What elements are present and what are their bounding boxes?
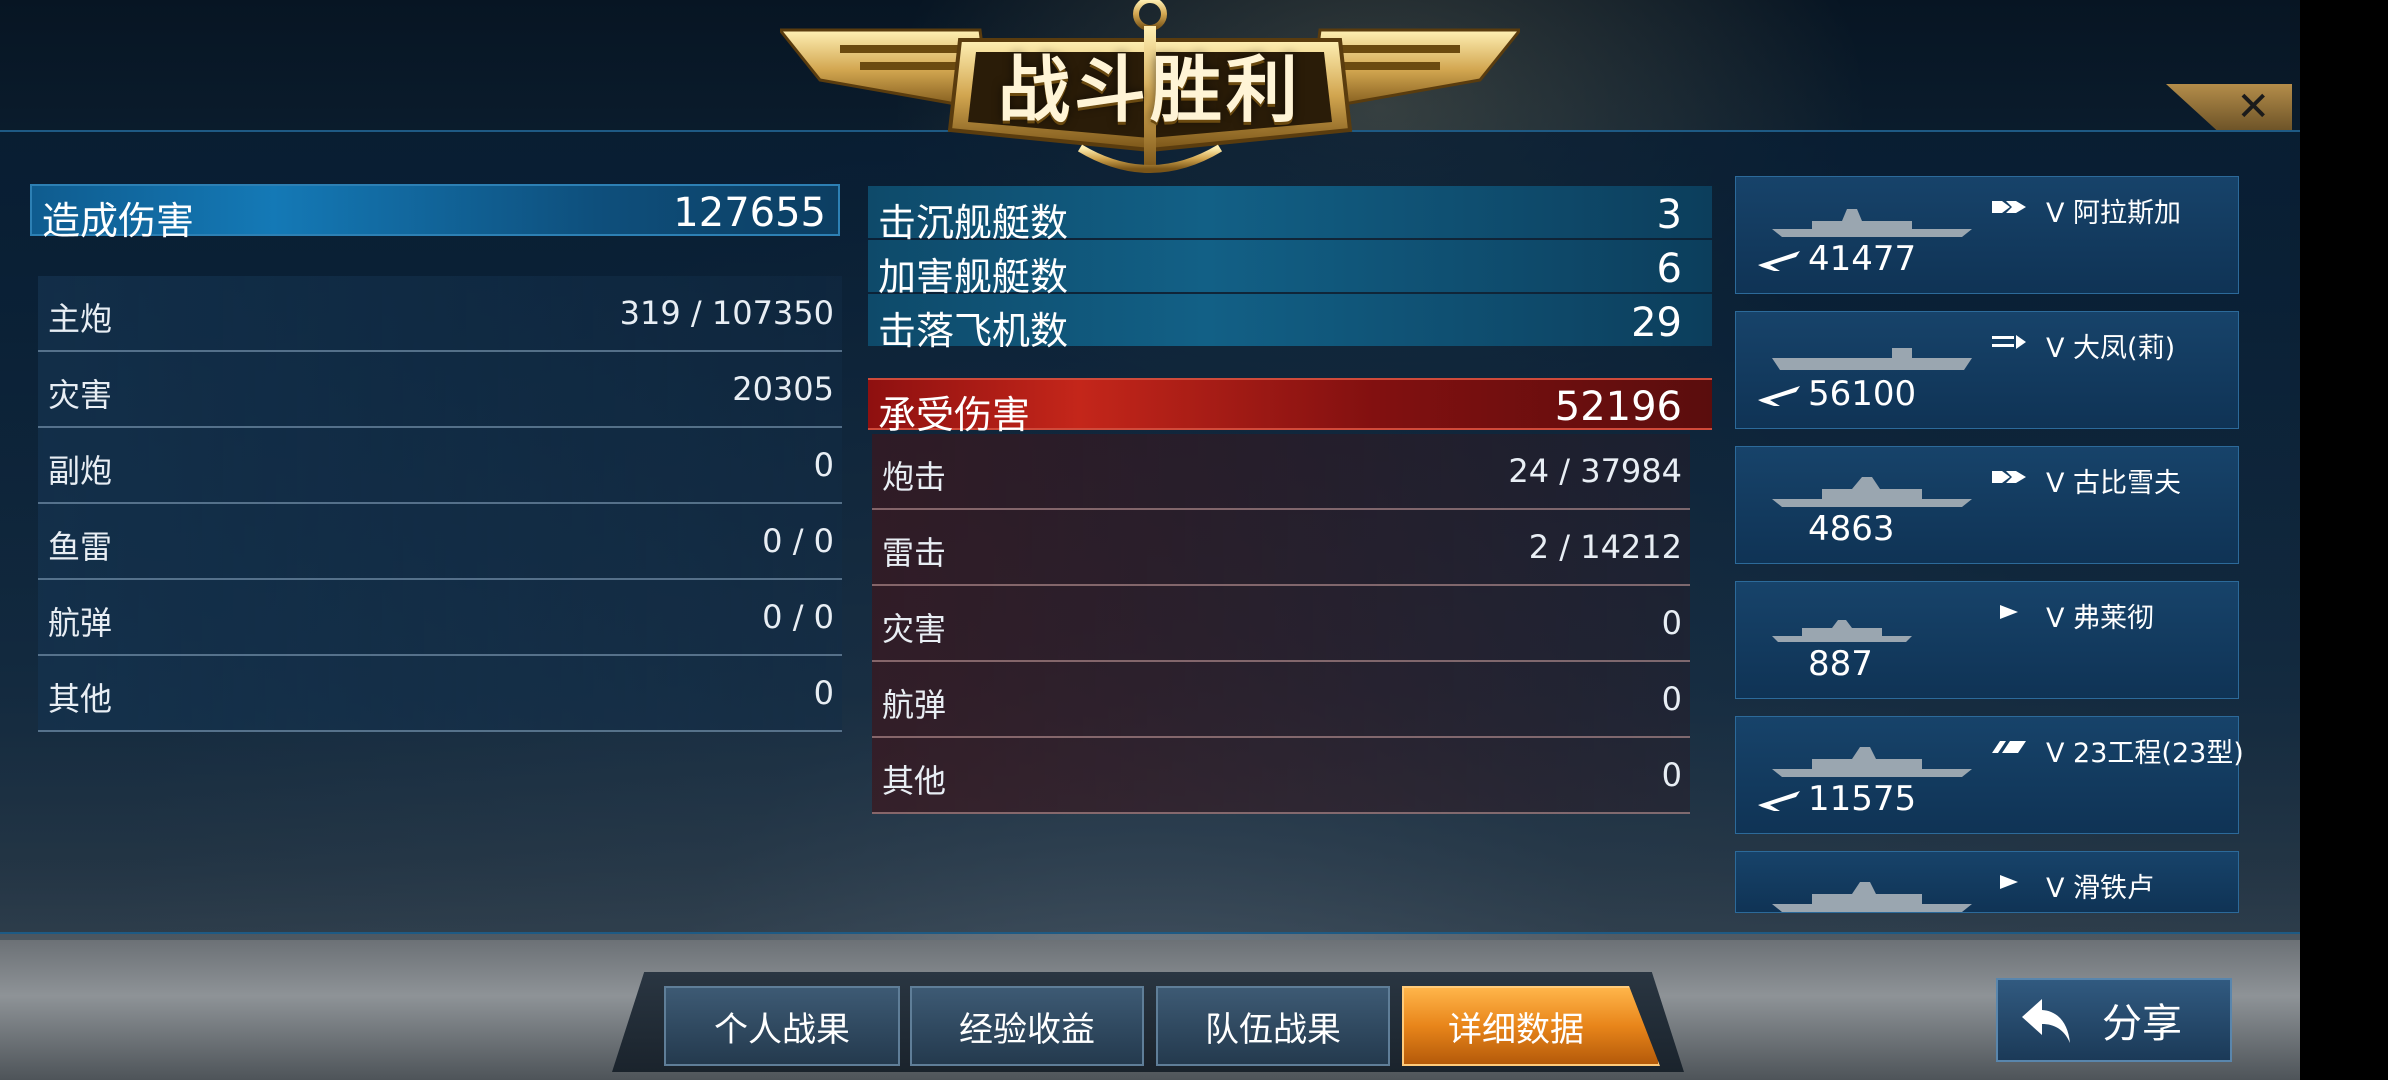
ship-card[interactable]: V 大凤(莉) 56100 bbox=[1735, 311, 2239, 429]
damage-taken-row: 航弹 0 bbox=[872, 662, 1690, 738]
ship-silhouette-icon bbox=[1772, 620, 1912, 642]
ship-name: V 弗莱彻 bbox=[2046, 603, 2155, 634]
damage-dealt-row: 主炮 319 / 107350 bbox=[38, 276, 842, 352]
row-label: 其他 bbox=[48, 680, 113, 718]
damage-dealt-row: 灾害 20305 bbox=[38, 352, 842, 428]
ship-card[interactable]: V 23工程(23型) 11575 bbox=[1735, 716, 2244, 834]
ship-silhouette-icon bbox=[1772, 747, 1972, 777]
stat-ships-damaged: 加害舰艇数 6 bbox=[868, 240, 1712, 299]
row-value: 0 / 0 bbox=[762, 598, 834, 636]
row-value: 2 / 14212 bbox=[1528, 528, 1682, 566]
destroyer-icon bbox=[2000, 605, 2018, 619]
damage-taken-header: 承受伤害 52196 bbox=[868, 378, 1712, 437]
row-value: 0 bbox=[1661, 604, 1682, 642]
cruiser-icon bbox=[1992, 471, 2026, 483]
stat-label: 加害舰艇数 bbox=[878, 255, 1069, 299]
close-icon: ✕ bbox=[2236, 84, 2270, 130]
tab-team-results[interactable]: 队伍战果 bbox=[1156, 986, 1390, 1066]
ship-silhouette-icon bbox=[1772, 882, 1972, 912]
stat-ships-sunk: 击沉舰艇数 3 bbox=[868, 186, 1712, 245]
row-value: 0 / 0 bbox=[762, 522, 834, 560]
damage-taken-value: 52196 bbox=[1554, 384, 1682, 430]
row-label: 主炮 bbox=[48, 300, 113, 338]
ship-card[interactable]: V 古比雪夫 4863 bbox=[1735, 446, 2239, 564]
ship-card[interactable]: V 阿拉斯加 41477 bbox=[1735, 176, 2239, 294]
stat-label: 击落飞机数 bbox=[878, 309, 1069, 353]
ship-silhouette-icon bbox=[1772, 477, 1972, 507]
share-label: 分享 bbox=[2102, 1001, 2182, 1047]
ship-name: V 23工程(23型) bbox=[2046, 738, 2244, 769]
tab-personal-results[interactable]: 个人战果 bbox=[664, 986, 900, 1066]
row-value: 0 bbox=[1661, 680, 1682, 718]
row-value: 319 / 107350 bbox=[619, 294, 834, 332]
tab-label: 个人战果 bbox=[714, 1009, 850, 1050]
damage-dealt-label: 造成伤害 bbox=[42, 199, 195, 243]
tab-label: 队伍战果 bbox=[1205, 1009, 1341, 1050]
row-value: 20305 bbox=[732, 370, 834, 408]
share-button[interactable]: 分享 bbox=[1996, 978, 2232, 1062]
victory-title: 战斗胜利 bbox=[997, 48, 1302, 132]
ship-name: V 阿拉斯加 bbox=[2046, 198, 2182, 229]
damage-taken-row: 雷击 2 / 14212 bbox=[872, 510, 1690, 586]
tab-label: 详细数据 bbox=[1448, 1009, 1584, 1050]
row-label: 灾害 bbox=[882, 610, 947, 648]
damage-taken-row: 其他 0 bbox=[872, 738, 1690, 814]
row-label: 炮击 bbox=[882, 458, 947, 496]
row-label: 灾害 bbox=[48, 376, 113, 414]
stat-value: 3 bbox=[1656, 192, 1682, 238]
ship-name: V 大凤(莉) bbox=[2046, 333, 2176, 364]
battleship-icon bbox=[1992, 741, 2026, 753]
tab-detailed-data[interactable]: 详细数据 bbox=[1402, 986, 1660, 1066]
ship-silhouette-icon bbox=[1772, 348, 1972, 370]
row-label: 鱼雷 bbox=[48, 528, 113, 566]
stat-planes-downed: 击落飞机数 29 bbox=[868, 294, 1712, 353]
carrier-icon bbox=[1992, 335, 2026, 349]
damage-taken-row: 炮击 24 / 37984 bbox=[872, 434, 1690, 510]
stat-value: 29 bbox=[1631, 300, 1682, 346]
tab-experience[interactable]: 经验收益 bbox=[910, 986, 1144, 1066]
ship-card[interactable]: V 滑铁卢 bbox=[1735, 851, 2239, 913]
damage-dealt-row: 航弹 0 / 0 bbox=[38, 580, 842, 656]
cruiser-icon bbox=[1992, 201, 2026, 213]
plane-icon bbox=[1758, 251, 1800, 271]
stat-label: 击沉舰艇数 bbox=[878, 201, 1069, 245]
ship-damage: 4863 bbox=[1808, 509, 1895, 549]
ship-damage: 887 bbox=[1808, 644, 1873, 684]
damage-dealt-header: 造成伤害 127655 bbox=[30, 184, 840, 243]
damage-dealt-row: 副炮 0 bbox=[38, 428, 842, 504]
row-label: 副炮 bbox=[48, 452, 113, 490]
screen-edge-bar bbox=[2300, 0, 2388, 1080]
row-label: 其他 bbox=[882, 762, 947, 800]
ship-name: V 滑铁卢 bbox=[2046, 873, 2155, 904]
row-label: 航弹 bbox=[882, 686, 947, 724]
destroyer-icon bbox=[2000, 875, 2018, 889]
tab-label: 经验收益 bbox=[959, 1009, 1095, 1050]
plane-icon bbox=[1758, 791, 1800, 811]
share-arrow-icon bbox=[2022, 999, 2070, 1043]
damage-dealt-row: 鱼雷 0 / 0 bbox=[38, 504, 842, 580]
ship-damage: 56100 bbox=[1808, 374, 1917, 414]
stat-value: 6 bbox=[1656, 246, 1682, 292]
row-label: 雷击 bbox=[882, 534, 947, 572]
ship-name: V 古比雪夫 bbox=[2046, 468, 2182, 499]
row-value: 24 / 37984 bbox=[1508, 452, 1682, 490]
ship-damage: 11575 bbox=[1808, 779, 1917, 819]
damage-dealt-row: 其他 0 bbox=[38, 656, 842, 732]
row-label: 航弹 bbox=[48, 604, 113, 642]
ship-silhouette-icon bbox=[1772, 209, 1972, 237]
row-value: 0 bbox=[1661, 756, 1682, 794]
ship-card[interactable]: V 弗莱彻 887 bbox=[1735, 581, 2239, 699]
plane-icon bbox=[1758, 386, 1800, 406]
row-value: 0 bbox=[813, 446, 834, 484]
row-value: 0 bbox=[813, 674, 834, 712]
damage-taken-row: 灾害 0 bbox=[872, 586, 1690, 662]
ship-damage: 41477 bbox=[1808, 239, 1917, 279]
damage-dealt-value: 127655 bbox=[673, 190, 826, 236]
damage-taken-label: 承受伤害 bbox=[878, 393, 1031, 437]
